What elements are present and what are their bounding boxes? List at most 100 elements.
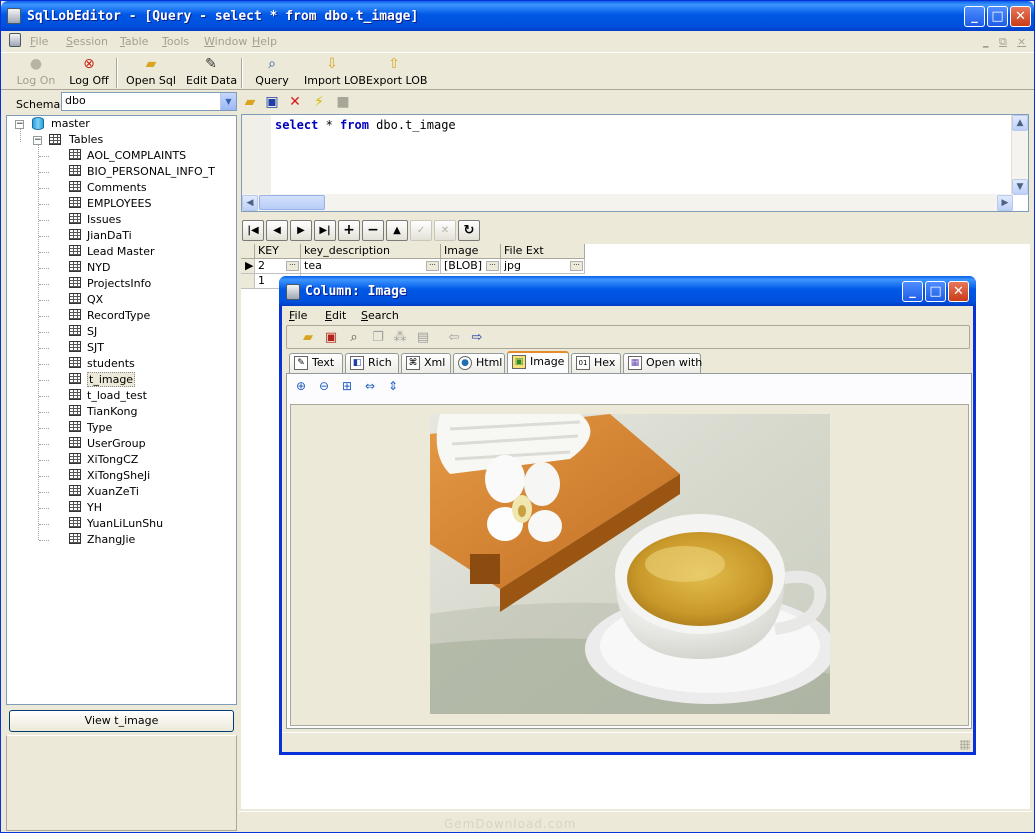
close-button[interactable]: ✕	[1010, 6, 1031, 27]
ellipsis-icon[interactable]: ···	[426, 261, 439, 271]
tree-item-table[interactable]: JianDaTi	[69, 228, 132, 244]
resize-grip-icon[interactable]	[960, 740, 970, 750]
view-table-button[interactable]: View t_image	[9, 710, 234, 732]
export-lob-button[interactable]: ⇧ Export LOB	[366, 55, 427, 89]
popup-close-button[interactable]: ✕	[948, 281, 969, 302]
column-header-image[interactable]: Image	[441, 244, 501, 259]
insert-record-icon[interactable]: +	[338, 220, 360, 241]
scroll-down-icon[interactable]: ▼	[1012, 179, 1028, 195]
tree-item-table[interactable]: XiTongCZ	[69, 452, 138, 468]
tab-rich[interactable]: ◧ Rich	[345, 353, 399, 373]
editor-vertical-scrollbar[interactable]: ▲ ▼	[1011, 115, 1028, 195]
tree-item-table[interactable]: QX	[69, 292, 103, 308]
save-icon[interactable]: ▣	[322, 329, 340, 347]
mdi-minimize-button[interactable]: _	[983, 35, 989, 48]
table-row-image[interactable]: [BLOB] ···	[441, 259, 501, 274]
tab-image[interactable]: ▣ Image	[507, 351, 569, 373]
tab-html[interactable]: ● Html	[453, 353, 505, 373]
popup-minimize-button[interactable]: _	[902, 281, 923, 302]
tree-item-table[interactable]: AOL_COMPLAINTS	[69, 148, 186, 164]
column-header-key[interactable]: KEY	[255, 244, 301, 259]
lock-icon[interactable]: ▤	[414, 329, 432, 347]
tree-item-table[interactable]: Lead Master	[69, 244, 155, 260]
sql-editor[interactable]: select * from dbo.t_image ▲ ▼ ◀ ▶	[241, 114, 1029, 212]
prior-record-icon[interactable]: ◀	[266, 220, 288, 241]
tree-item-table[interactable]: students	[69, 356, 135, 372]
table-row-key[interactable]: 2 ···	[255, 259, 301, 274]
popup-menu-file[interactable]: File	[289, 309, 307, 322]
menu-table[interactable]: Table	[120, 35, 148, 48]
zoom-width-icon[interactable]: ⇔	[361, 377, 379, 395]
stop-icon[interactable]: ■	[334, 93, 352, 111]
column-header-description[interactable]: key_description	[301, 244, 441, 259]
ellipsis-icon[interactable]: ···	[570, 261, 583, 271]
tree-item-table[interactable]: YH	[69, 500, 102, 516]
scrollbar-thumb[interactable]	[259, 195, 325, 210]
tree-item-table[interactable]: Comments	[69, 180, 147, 196]
title-bar[interactable]: SqlLobEditor - [Query - select * from db…	[1, 1, 1034, 31]
forward-arrow-icon[interactable]: ⇨	[468, 329, 486, 347]
log-on-button[interactable]: ● Log On	[15, 55, 57, 89]
tree-item-table[interactable]: BIO_PERSONAL_INFO_T	[69, 164, 215, 180]
tree-item-table[interactable]: Issues	[69, 212, 121, 228]
tree-item-table[interactable]: t_image	[69, 372, 136, 388]
zoom-out-icon[interactable]: ⊖	[315, 377, 333, 395]
zoom-in-icon[interactable]: ⊕	[292, 377, 310, 395]
menu-help[interactable]: Help	[252, 35, 277, 48]
tab-text[interactable]: ✎ Text	[289, 353, 343, 373]
menu-tools[interactable]: Tools	[162, 35, 189, 48]
editor-horizontal-scrollbar[interactable]: ◀ ▶	[242, 194, 1013, 211]
execute-icon[interactable]: ⚡	[310, 93, 328, 111]
last-record-icon[interactable]: ▶|	[314, 220, 336, 241]
zoom-fit-icon[interactable]: ⊞	[338, 377, 356, 395]
tab-hex[interactable]: 01 Hex	[571, 353, 621, 373]
scroll-right-icon[interactable]: ▶	[997, 195, 1013, 211]
tree-item-table[interactable]: Type	[69, 420, 112, 436]
tree-item-table[interactable]: XuanZeTi	[69, 484, 139, 500]
popup-title-bar[interactable]: Column: Image _ □ ✕	[279, 276, 976, 306]
popup-maximize-button[interactable]: □	[925, 281, 946, 302]
cancel-record-icon[interactable]: ✕	[434, 220, 456, 241]
tree-item-table[interactable]: t_load_test	[69, 388, 147, 404]
table-row-file-ext[interactable]: jpg ···	[501, 259, 585, 274]
tree-item-table[interactable]: TianKong	[69, 404, 138, 420]
tree-item-table[interactable]: YuanLiLunShu	[69, 516, 163, 532]
mdi-restore-button[interactable]: ⧉	[999, 35, 1007, 49]
save-icon[interactable]: ▣	[263, 93, 281, 111]
tree-item-table[interactable]: RecordType	[69, 308, 150, 324]
tree-item-table[interactable]: SJT	[69, 340, 104, 356]
tree-item-table[interactable]: ZhangJie	[69, 532, 135, 548]
next-record-icon[interactable]: ▶	[290, 220, 312, 241]
tree-item-table[interactable]: NYD	[69, 260, 110, 276]
open-folder-icon[interactable]: ▰	[241, 93, 259, 111]
tree-item-table[interactable]: SJ	[69, 324, 97, 340]
ellipsis-icon[interactable]: ···	[486, 261, 499, 271]
sql-text[interactable]: select * from dbo.t_image	[275, 118, 456, 132]
popup-menu-edit[interactable]: Edit	[325, 309, 346, 322]
ellipsis-icon[interactable]: ···	[286, 261, 299, 271]
tree-item-table[interactable]: ProjectsInfo	[69, 276, 151, 292]
tree-item-table[interactable]: XiTongSheJi	[69, 468, 150, 484]
edit-data-button[interactable]: ✎ Edit Data	[186, 55, 237, 89]
tab-xml[interactable]: ⌘ Xml	[401, 353, 451, 373]
search-icon[interactable]: ⌕	[345, 329, 363, 347]
menu-window[interactable]: Window	[204, 35, 247, 48]
open-sql-button[interactable]: ▰ Open Sql	[125, 55, 177, 89]
tree-item-table[interactable]: EMPLOYEES	[69, 196, 151, 212]
tab-open-with[interactable]: ▦ Open with	[623, 353, 702, 373]
row-indicator-icon[interactable]: ▶	[241, 259, 255, 274]
scroll-up-icon[interactable]: ▲	[1012, 115, 1028, 131]
mdi-close-button[interactable]: ×	[1017, 35, 1026, 48]
import-lob-button[interactable]: ⇩ Import LOB	[304, 55, 366, 89]
column-header-file-ext[interactable]: File Ext	[501, 244, 585, 259]
tree-item-table[interactable]: UserGroup	[69, 436, 146, 452]
scroll-left-icon[interactable]: ◀	[242, 195, 258, 211]
menu-file[interactable]: File	[30, 35, 48, 48]
edit-record-icon[interactable]: ▲	[386, 220, 408, 241]
back-arrow-icon[interactable]: ⇦	[445, 329, 463, 347]
popup-menu-search[interactable]: Search	[361, 309, 399, 322]
row-indicator[interactable]	[241, 274, 255, 289]
log-off-button[interactable]: ⊗ Log Off	[67, 55, 111, 89]
refresh-icon[interactable]: ↻	[458, 220, 480, 241]
post-record-icon[interactable]: ✓	[410, 220, 432, 241]
